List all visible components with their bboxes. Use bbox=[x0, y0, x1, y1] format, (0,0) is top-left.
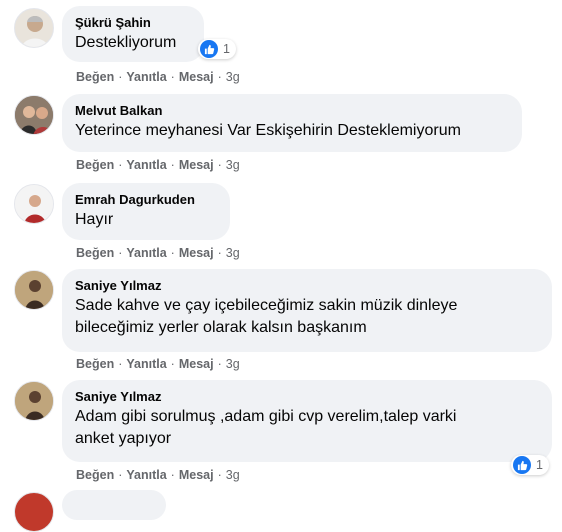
comment-text: Yeterince meyhanesi Var Eskişehirin Dest… bbox=[75, 122, 461, 139]
comment-timestamp[interactable]: 3g bbox=[226, 246, 240, 260]
avatar[interactable] bbox=[14, 184, 54, 224]
reply-link[interactable]: Yanıtla bbox=[126, 468, 166, 482]
message-link[interactable]: Mesaj bbox=[179, 246, 214, 260]
message-link[interactable]: Mesaj bbox=[179, 357, 214, 371]
message-link[interactable]: Mesaj bbox=[179, 158, 214, 172]
comment-text: Hayır bbox=[75, 211, 114, 228]
comment-bubble: Şükrü Şahin Destekliyorum bbox=[62, 6, 204, 62]
comment-author[interactable]: Şükrü Şahin bbox=[75, 14, 192, 32]
comment-bubble: Melvut Balkan Yeterince meyhanesi Var Es… bbox=[62, 94, 522, 152]
comment-timestamp[interactable]: 3g bbox=[226, 70, 240, 84]
comment-actions: Beğen · Yanıtla · Mesaj · 3g bbox=[76, 158, 240, 172]
reply-link[interactable]: Yanıtla bbox=[126, 70, 166, 84]
comment-text: bileceğimiz yerler olarak kalsın başkanı… bbox=[75, 319, 367, 336]
like-link[interactable]: Beğen bbox=[76, 158, 114, 172]
reply-link[interactable]: Yanıtla bbox=[126, 158, 166, 172]
message-link[interactable]: Mesaj bbox=[179, 468, 214, 482]
reaction-count[interactable]: 1 bbox=[511, 455, 549, 475]
comment-bubble: Emrah Dagurkuden Hayır bbox=[62, 183, 230, 240]
comment-actions: Beğen · Yanıtla · Mesaj · 3g bbox=[76, 357, 240, 371]
like-link[interactable]: Beğen bbox=[76, 468, 114, 482]
like-link[interactable]: Beğen bbox=[76, 70, 114, 84]
reaction-count-label: 1 bbox=[536, 458, 543, 472]
avatar[interactable] bbox=[14, 95, 54, 135]
comment-bubble bbox=[62, 490, 166, 520]
comment-author[interactable]: Saniye Yılmaz bbox=[75, 277, 540, 295]
avatar[interactable] bbox=[14, 8, 54, 48]
comment-text: Adam gibi sorulmuş ,adam gibi cvp vereli… bbox=[75, 408, 457, 425]
comment-author[interactable]: Saniye Yılmaz bbox=[75, 388, 540, 406]
message-link[interactable]: Mesaj bbox=[179, 70, 214, 84]
like-link[interactable]: Beğen bbox=[76, 246, 114, 260]
comment-actions: Beğen · Yanıtla · Mesaj · 3g bbox=[76, 468, 240, 482]
thumbs-up-icon bbox=[513, 456, 531, 474]
comment-actions: Beğen · Yanıtla · Mesaj · 3g bbox=[76, 70, 240, 84]
avatar[interactable] bbox=[14, 492, 54, 532]
reply-link[interactable]: Yanıtla bbox=[126, 357, 166, 371]
comment-bubble: Saniye Yılmaz Adam gibi sorulmuş ,adam g… bbox=[62, 380, 552, 462]
reaction-count[interactable]: 1 bbox=[198, 39, 236, 59]
thumbs-up-icon bbox=[200, 40, 218, 58]
comment-timestamp[interactable]: 3g bbox=[226, 357, 240, 371]
comment-author[interactable]: Melvut Balkan bbox=[75, 102, 510, 120]
comment-timestamp[interactable]: 3g bbox=[226, 468, 240, 482]
comment-text: Sade kahve ve çay içebileceğimiz sakin m… bbox=[75, 297, 458, 314]
comment-bubble: Saniye Yılmaz Sade kahve ve çay içebilec… bbox=[62, 269, 552, 352]
comment-author[interactable]: Emrah Dagurkuden bbox=[75, 191, 218, 209]
comment-text: anket yapıyor bbox=[75, 430, 172, 447]
avatar[interactable] bbox=[14, 270, 54, 310]
reply-link[interactable]: Yanıtla bbox=[126, 246, 166, 260]
reaction-count-label: 1 bbox=[223, 42, 230, 56]
comment-text: Destekliyorum bbox=[75, 34, 177, 51]
comment-timestamp[interactable]: 3g bbox=[226, 158, 240, 172]
like-link[interactable]: Beğen bbox=[76, 357, 114, 371]
comment-actions: Beğen · Yanıtla · Mesaj · 3g bbox=[76, 246, 240, 260]
avatar[interactable] bbox=[14, 381, 54, 421]
